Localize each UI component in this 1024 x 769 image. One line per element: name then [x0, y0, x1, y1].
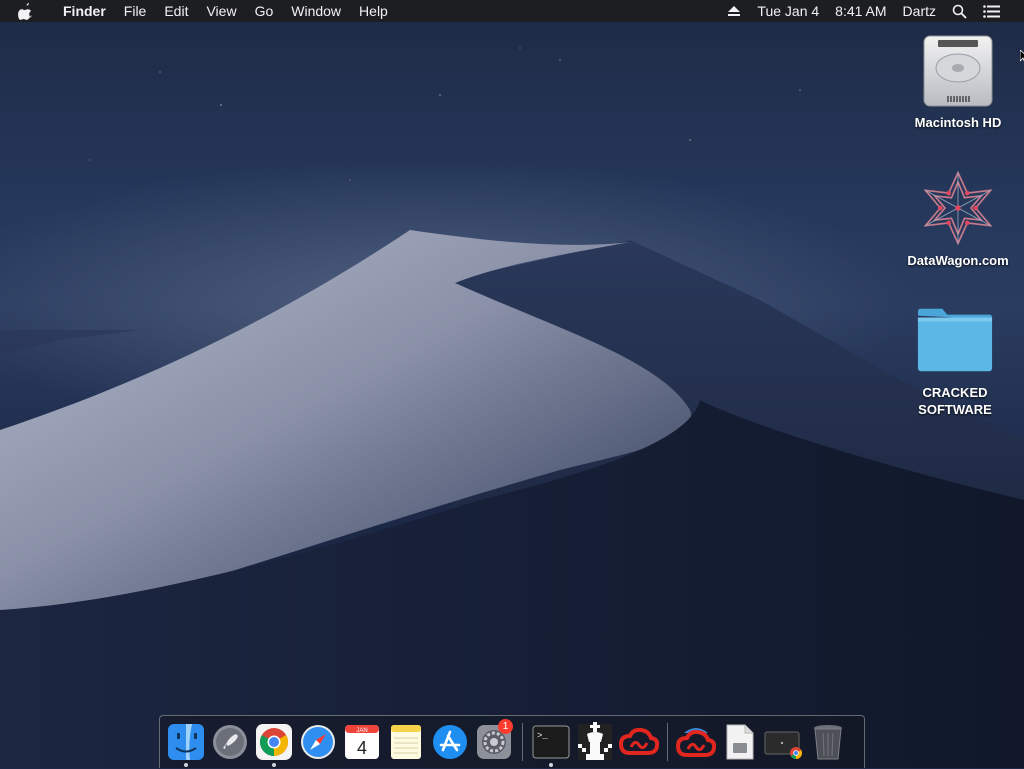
launchpad-rocket-icon — [213, 725, 247, 759]
desktop-icon-label-line2: SOFTWARE — [918, 402, 992, 417]
creative-cloud-installer-icon — [676, 728, 716, 757]
wallpaper-stars — [89, 47, 801, 181]
menu-help[interactable]: Help — [350, 0, 397, 22]
menu-go[interactable]: Go — [246, 0, 283, 22]
chrome-icon — [256, 724, 292, 760]
dock: JAN 4 1 >_ — [159, 715, 865, 768]
dock-finder[interactable] — [164, 716, 208, 769]
dock-app-store[interactable] — [428, 716, 472, 769]
dock-terminal[interactable]: >_ — [529, 716, 573, 769]
creative-cloud-icon — [619, 727, 659, 755]
datawagon-logo-icon — [918, 168, 998, 248]
dock-safari[interactable] — [296, 716, 340, 769]
finder-icon — [168, 724, 204, 760]
desktop-icon-datawagon[interactable]: DataWagon.com — [903, 168, 1013, 269]
menu-view[interactable]: View — [197, 0, 245, 22]
wallpaper-dunes — [0, 230, 1024, 768]
running-indicator — [272, 762, 276, 767]
dock-document[interactable] — [718, 716, 762, 769]
dock-separator — [667, 723, 668, 761]
desktop-icon-label-line1: CRACKED — [922, 385, 988, 400]
spotlight-search-icon[interactable] — [944, 4, 975, 19]
dock-notes[interactable] — [384, 716, 428, 769]
dock-creative-cloud-installer[interactable] — [674, 716, 718, 769]
chrome-download-icon — [764, 731, 803, 759]
dock-system-preferences[interactable]: 1 — [472, 716, 516, 769]
clock-time[interactable]: 8:41 AM — [827, 3, 894, 19]
dock-trash[interactable] — [806, 716, 850, 769]
menu-bar: Finder File Edit View Go Window Help Tue… — [0, 0, 1024, 22]
calendar-day: 4 — [357, 738, 367, 758]
desktop-icon-label: DataWagon.com — [907, 253, 1009, 268]
desktop-icon-label: Macintosh HD — [914, 115, 1002, 130]
notes-icon — [391, 725, 421, 759]
menu-window[interactable]: Window — [282, 0, 350, 22]
dock-separator — [522, 723, 523, 761]
user-menu[interactable]: Dartz — [895, 3, 944, 19]
running-indicator — [549, 762, 553, 767]
mouse-cursor-icon — [1020, 50, 1024, 62]
dock-chrome[interactable] — [252, 716, 296, 769]
hard-drive-icon — [918, 30, 998, 110]
running-indicator — [184, 762, 188, 767]
app-store-icon — [433, 725, 467, 759]
terminal-prompt: >_ — [537, 731, 548, 741]
desktop-icon-cracked-software-folder[interactable]: CRACKED SOFTWARE — [900, 300, 1010, 418]
eject-icon[interactable] — [719, 5, 749, 17]
menu-finder[interactable]: Finder — [54, 0, 115, 22]
dock-chrome-download[interactable] — [762, 716, 806, 769]
dock-chess[interactable] — [573, 716, 617, 769]
safari-compass-icon — [301, 725, 335, 759]
chess-king-icon — [578, 722, 612, 760]
calendar-month: JAN — [356, 728, 367, 734]
dock-calendar[interactable]: JAN 4 — [340, 716, 384, 769]
calendar-icon: JAN 4 — [345, 725, 379, 759]
apple-logo-icon[interactable] — [18, 2, 36, 20]
dock-creative-cloud[interactable] — [617, 716, 661, 769]
dock-launchpad[interactable] — [208, 716, 252, 769]
notification-badge: 1 — [498, 718, 513, 734]
notification-center-icon[interactable] — [975, 4, 1008, 18]
clock-date[interactable]: Tue Jan 4 — [749, 3, 827, 19]
desktop-icon-macintosh-hd[interactable]: Macintosh HD — [903, 30, 1013, 131]
trash-icon — [814, 725, 842, 760]
menu-file[interactable]: File — [115, 0, 156, 22]
document-file-icon — [726, 724, 754, 760]
menu-edit[interactable]: Edit — [155, 0, 197, 22]
folder-icon — [915, 300, 995, 380]
terminal-icon: >_ — [532, 725, 570, 759]
